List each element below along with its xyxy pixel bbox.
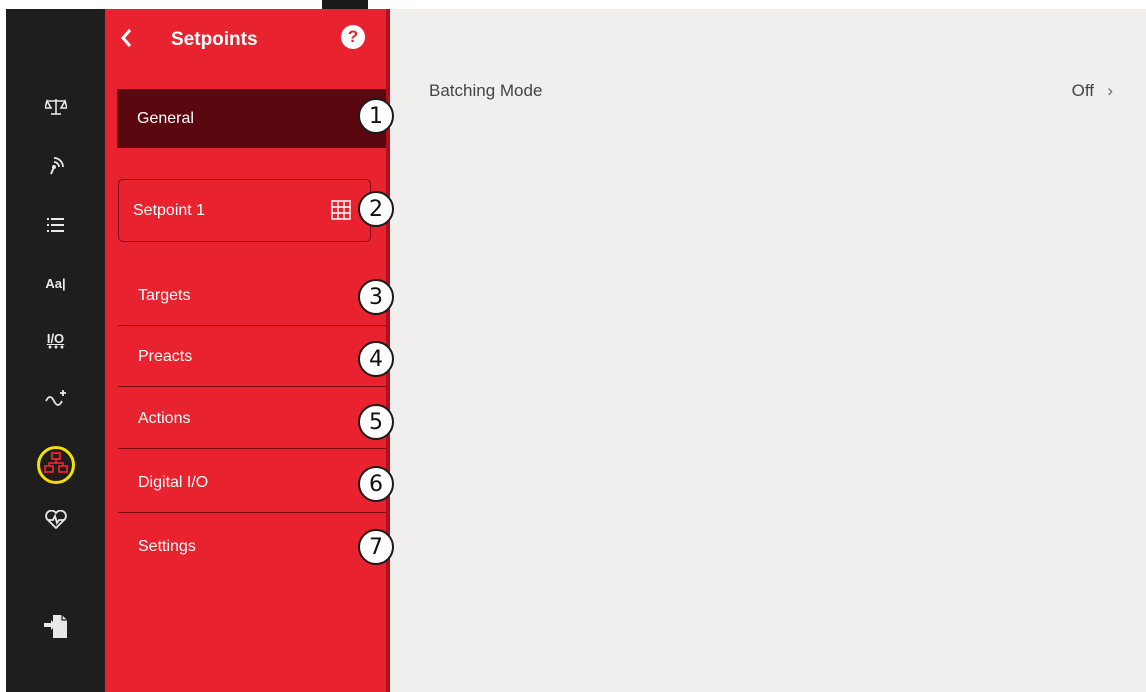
io-label: I/O — [46, 331, 65, 346]
callout-badge-1: 1 — [358, 98, 394, 134]
wireless-icon[interactable] — [6, 145, 105, 185]
setpoints-panel: Setpoints ? General Setpoint 1 Targets P… — [105, 9, 389, 692]
content-area: Batching Mode Off › — [390, 9, 1146, 692]
chevron-right-icon: › — [1107, 81, 1113, 100]
menu-item-label: Settings — [138, 538, 196, 555]
menu-item-targets[interactable]: Targets — [118, 266, 389, 326]
menu-item-settings[interactable]: Settings — [118, 517, 389, 577]
export-icon[interactable] — [6, 606, 105, 646]
menu-item-label: Digital I/O — [138, 473, 209, 491]
menu-item-label: Preacts — [138, 347, 193, 365]
setpoints-network-icon[interactable] — [6, 443, 105, 483]
setpoint-selector[interactable]: Setpoint 1 — [118, 179, 371, 242]
callout-badge-5: 5 — [358, 404, 394, 440]
batching-mode-row[interactable]: Batching Mode Off › — [390, 79, 1146, 107]
callout-badge-4: 4 — [358, 341, 394, 377]
text-format-label: Aa| — [45, 275, 66, 291]
top-notch — [322, 0, 368, 9]
menu-item-general-label: General — [137, 109, 194, 127]
callout-badge-6: 6 — [358, 466, 394, 502]
menu-item-actions[interactable]: Actions — [118, 389, 389, 449]
menu-item-digital-io[interactable]: Digital I/O — [118, 453, 389, 513]
text-format-icon[interactable]: Aa| — [6, 263, 105, 303]
back-button[interactable] — [119, 27, 139, 51]
heartbeat-icon[interactable] — [6, 500, 105, 540]
menu-item-label: Targets — [138, 286, 191, 304]
menu-item-preacts[interactable]: Preacts — [118, 327, 389, 387]
panel-header: Setpoints ? — [105, 9, 389, 69]
callout-badge-3: 3 — [358, 279, 394, 315]
signal-icon[interactable] — [6, 378, 105, 418]
list-icon[interactable] — [6, 205, 105, 245]
panel-title: Setpoints — [171, 29, 258, 50]
setpoint-label: Setpoint 1 — [133, 201, 206, 219]
help-icon[interactable]: ? — [341, 25, 365, 49]
io-icon[interactable]: I/O — [6, 321, 105, 361]
callout-badge-7: 7 — [358, 529, 394, 565]
menu-item-general[interactable]: General — [117, 89, 389, 148]
grid-icon[interactable] — [331, 200, 351, 220]
callout-badge-2: 2 — [358, 191, 394, 227]
menu-item-label: Actions — [138, 409, 191, 427]
scale-icon[interactable] — [6, 87, 105, 127]
icon-rail: Aa| I/O — [6, 9, 105, 692]
setting-label: Batching Mode — [429, 81, 543, 100]
chevron-left-icon — [121, 29, 132, 47]
setting-value: Off — [1071, 81, 1094, 100]
